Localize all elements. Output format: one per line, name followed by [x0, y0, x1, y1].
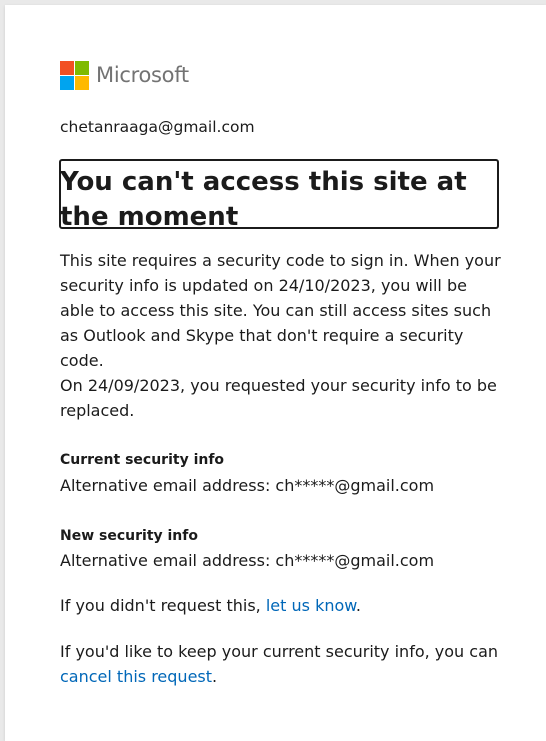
cancel-text: If you'd like to keep your current secur… [60, 639, 505, 689]
microsoft-logo: Microsoft [60, 60, 189, 90]
report-suffix: . [355, 596, 361, 615]
account-identity: chetanraaga@gmail.com [60, 118, 255, 136]
current-info-label: Current security info [60, 452, 225, 468]
new-info-value: Alternative email address: ch*****@gmail… [60, 551, 435, 570]
let-us-know-link[interactable]: let us know [266, 596, 356, 615]
message-line-1: This site requires a security code to si… [60, 251, 501, 370]
sign-in-card: Microsoft chetanraaga@gmail.com You can'… [5, 5, 546, 741]
page-title: You can't access this site at the moment [60, 167, 467, 232]
report-text: If you didn't request this, let us know. [60, 593, 505, 618]
new-info-label: New security info [60, 528, 198, 544]
microsoft-logo-icon [60, 60, 89, 90]
cancel-prefix: If you'd like to keep your current secur… [60, 642, 499, 661]
current-info-value: Alternative email address: ch*****@gmail… [60, 476, 435, 495]
message-body: This site requires a security code to si… [60, 248, 505, 423]
cancel-request-link[interactable]: cancel this request [60, 667, 212, 686]
logo-text: Microsoft [96, 63, 189, 87]
cancel-suffix: . [212, 667, 218, 686]
message-line-2: On 24/09/2023, you requested your securi… [60, 376, 497, 420]
report-prefix: If you didn't request this, [60, 596, 266, 615]
